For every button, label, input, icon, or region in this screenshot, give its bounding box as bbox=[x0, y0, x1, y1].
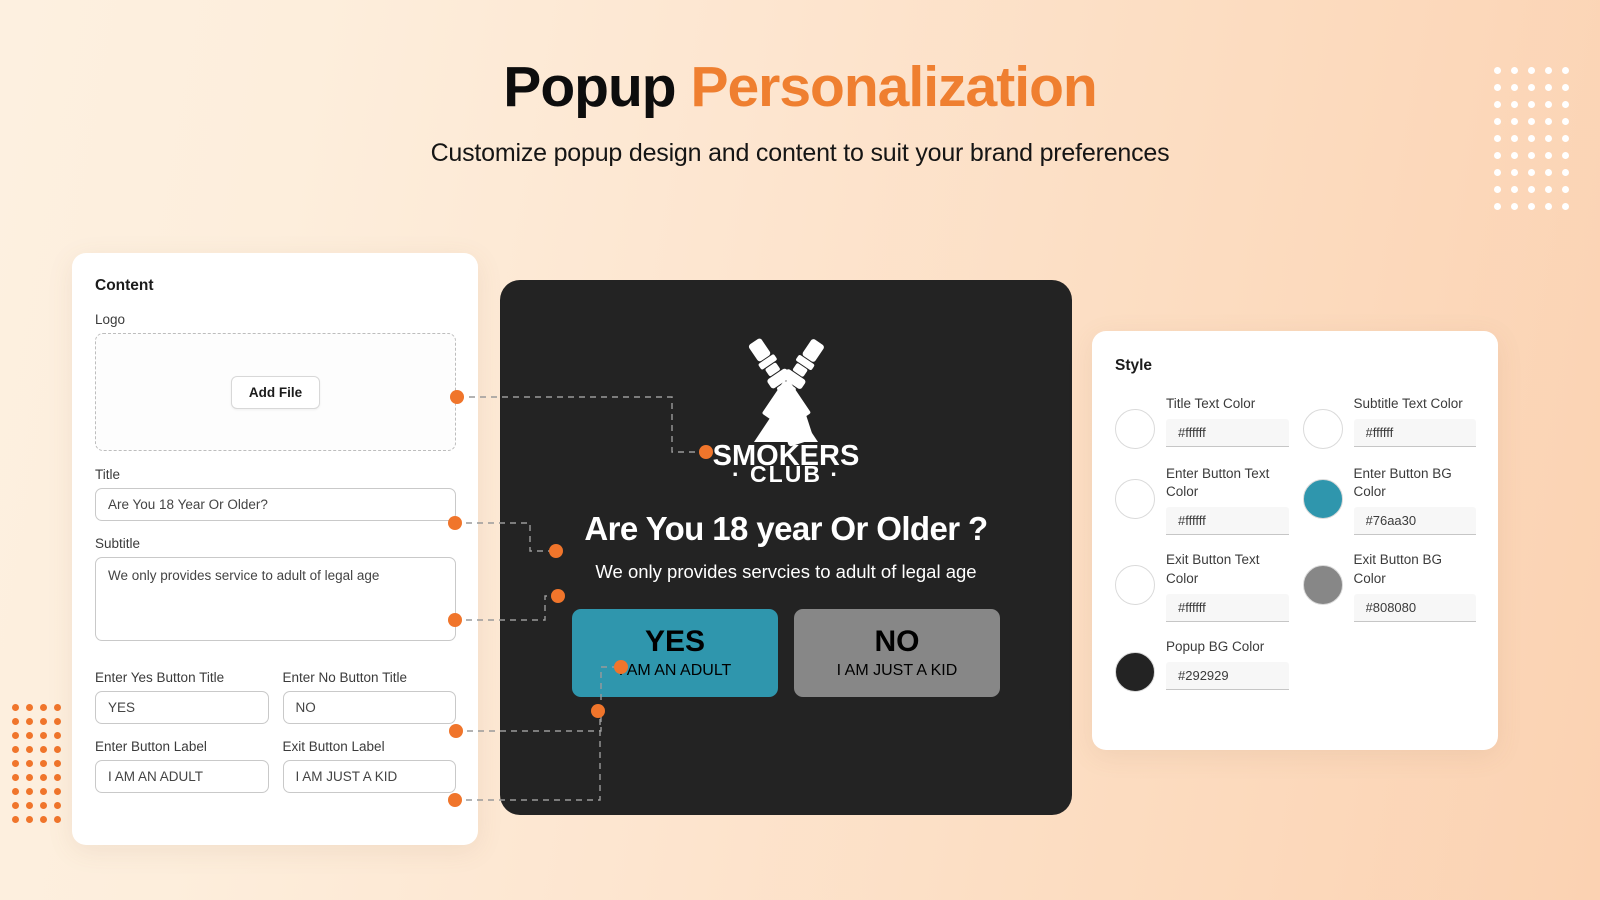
button-title-row: Enter Yes Button Title Enter No Button T… bbox=[95, 670, 456, 724]
popup-preview: SMOKERS · CLUB · Are You 18 year Or Olde… bbox=[500, 280, 1072, 815]
exit-button-label-group: Exit Button Label bbox=[282, 739, 456, 793]
decorative-dot-grid-bottom-left bbox=[8, 700, 64, 826]
style-field-1: Subtitle Text Color bbox=[1353, 395, 1476, 448]
yes-button-title-group: Enter Yes Button Title bbox=[95, 670, 269, 724]
popup-title: Are You 18 year Or Older ? bbox=[584, 510, 988, 547]
style-panel-heading: Style bbox=[1115, 357, 1153, 374]
exit-button-label-input[interactable] bbox=[282, 760, 456, 793]
style-field-4: Exit Button Text Color bbox=[1166, 551, 1289, 622]
hex-input-4[interactable] bbox=[1166, 593, 1289, 622]
button-label-row: Enter Button Label Exit Button Label bbox=[95, 739, 456, 793]
exit-button-label-label: Exit Button Label bbox=[282, 739, 385, 754]
style-label-2: Enter Button Text Color bbox=[1166, 466, 1270, 500]
popup-no-button[interactable]: NO I AM JUST A KID bbox=[794, 609, 1000, 697]
style-field-0: Title Text Color bbox=[1166, 395, 1289, 448]
style-label-0: Title Text Color bbox=[1166, 396, 1256, 411]
popup-button-row: YES I AM AN ADULT NO I AM JUST A KID bbox=[572, 609, 1000, 697]
hex-input-5[interactable] bbox=[1353, 593, 1476, 622]
color-swatch-6[interactable] bbox=[1115, 651, 1155, 692]
popup-yes-button[interactable]: YES I AM AN ADULT bbox=[572, 609, 778, 697]
style-option-3: Enter Button BG Color bbox=[1302, 465, 1476, 536]
no-button-title-input[interactable] bbox=[282, 691, 456, 724]
enter-button-label-group: Enter Button Label bbox=[95, 739, 269, 793]
hex-input-0[interactable] bbox=[1166, 419, 1289, 448]
subtitle-field-label: Subtitle bbox=[95, 536, 141, 551]
subtitle-field-group: Subtitle bbox=[95, 536, 456, 646]
color-swatch-5[interactable] bbox=[1302, 565, 1343, 606]
logo-dropzone[interactable]: Add File bbox=[95, 333, 456, 451]
page-title: Popup Personalization bbox=[0, 55, 1600, 119]
color-swatch-4[interactable] bbox=[1115, 565, 1155, 606]
enter-button-label-input[interactable] bbox=[95, 760, 269, 793]
smokers-club-logo-icon: SMOKERS · CLUB · bbox=[713, 338, 859, 482]
style-field-5: Exit Button BG Color bbox=[1353, 551, 1476, 622]
style-option-2: Enter Button Text Color bbox=[1115, 465, 1289, 536]
popup-subtitle: We only provides servcies to adult of le… bbox=[595, 561, 977, 582]
page-title-primary: Popup bbox=[503, 55, 691, 119]
style-option-0: Title Text Color bbox=[1115, 395, 1289, 449]
style-option-4: Exit Button Text Color bbox=[1115, 551, 1289, 622]
title-input[interactable] bbox=[95, 488, 456, 521]
no-button-title-group: Enter No Button Title bbox=[282, 670, 456, 724]
yes-button-title-input[interactable] bbox=[95, 691, 269, 724]
style-field-6: Popup BG Color bbox=[1166, 638, 1289, 691]
popup-yes-button-label: I AM AN ADULT bbox=[618, 662, 732, 680]
yes-button-title-label: Enter Yes Button Title bbox=[95, 670, 225, 685]
popup-no-button-label: I AM JUST A KID bbox=[836, 662, 958, 680]
enter-button-label-label: Enter Button Label bbox=[95, 739, 207, 754]
title-field-group: Title bbox=[95, 467, 456, 521]
page-header: Popup Personalization Customize popup de… bbox=[0, 0, 1600, 168]
style-options-grid: Title Text Color Subtitle Text Color Enter… bbox=[1115, 395, 1476, 692]
popup-yes-button-title: YES bbox=[644, 624, 706, 658]
subtitle-textarea[interactable] bbox=[95, 557, 456, 641]
style-label-5: Exit Button BG Color bbox=[1353, 552, 1443, 586]
color-swatch-0[interactable] bbox=[1115, 409, 1155, 449]
style-label-3: Enter Button BG Color bbox=[1353, 466, 1452, 500]
color-swatch-3[interactable] bbox=[1302, 479, 1343, 519]
logo-field-label: Logo bbox=[95, 312, 126, 327]
style-option-1: Subtitle Text Color bbox=[1302, 395, 1476, 449]
style-label-6: Popup BG Color bbox=[1166, 638, 1265, 654]
style-panel: Style Title Text Color Subtitle Text Colo… bbox=[1092, 331, 1498, 750]
title-field-label: Title bbox=[95, 467, 121, 482]
color-swatch-1[interactable] bbox=[1302, 409, 1343, 449]
style-label-1: Subtitle Text Color bbox=[1353, 396, 1463, 411]
popup-no-button-title: NO bbox=[874, 624, 920, 658]
page-title-accent: Personalization bbox=[690, 55, 1097, 119]
hex-input-2[interactable] bbox=[1166, 507, 1289, 536]
style-field-2: Enter Button Text Color bbox=[1166, 465, 1289, 536]
logo-wordmark-line2: · CLUB · bbox=[732, 461, 840, 482]
no-button-title-label: Enter No Button Title bbox=[282, 670, 408, 685]
hex-input-1[interactable] bbox=[1353, 419, 1476, 448]
content-panel: Content Logo Add File Title Subtitle Ent… bbox=[72, 253, 478, 845]
color-swatch-2[interactable] bbox=[1115, 479, 1155, 519]
hex-input-3[interactable] bbox=[1353, 507, 1476, 536]
add-file-button[interactable]: Add File bbox=[230, 375, 321, 409]
style-field-3: Enter Button BG Color bbox=[1353, 465, 1476, 536]
page-subtitle: Customize popup design and content to su… bbox=[430, 138, 1170, 167]
content-panel-heading: Content bbox=[95, 277, 154, 294]
style-option-5: Exit Button BG Color bbox=[1302, 551, 1476, 622]
style-label-4: Exit Button Text Color bbox=[1166, 552, 1260, 586]
style-option-6: Popup BG Color bbox=[1115, 638, 1289, 692]
hex-input-6[interactable] bbox=[1166, 662, 1289, 691]
